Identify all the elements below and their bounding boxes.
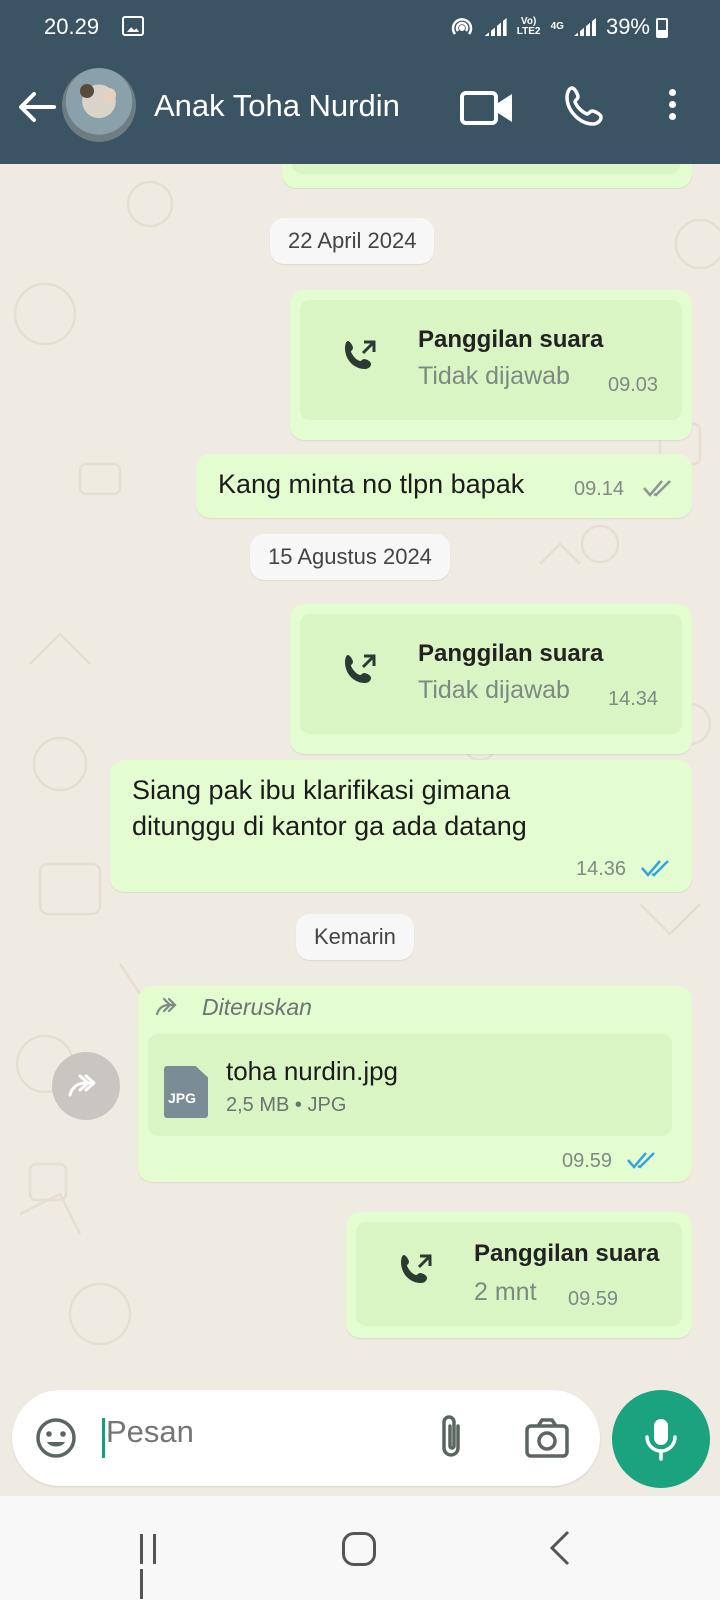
text-message[interactable]: Siang pak ibu klarifikasi gimana ditungg… [110,760,692,892]
read-ticks-icon [627,1152,655,1169]
call-title: Panggilan suara [418,326,604,353]
contact-avatar[interactable] [62,68,136,142]
message-time: 14.34 [608,688,659,710]
microphone-icon [645,1419,677,1461]
message-text: Kang minta no tlpn bapak [218,469,525,499]
call-card[interactable]: Panggilan suara Tidak dijawab 09.03 [300,300,682,420]
message-time: 14.36 [576,858,627,880]
video-call-icon[interactable] [460,90,516,126]
message-text: Siang pak ibu klarifikasi gimana ditungg… [132,775,527,841]
system-back-button[interactable] [548,1530,572,1566]
call-message[interactable]: Panggilan suara 2 mnt 09.59 [346,1212,692,1338]
message-time: 09.14 [574,478,625,500]
contact-name[interactable]: Anak Toha Nurdin [154,88,400,124]
attach-icon[interactable] [432,1412,472,1462]
text-cursor [102,1418,105,1458]
date-divider: Kemarin [296,914,414,960]
file-message[interactable]: Diteruskan JPG toha nurdin.jpg 2,5 MB • … [138,986,692,1182]
call-status: Tidak dijawab [418,676,570,704]
voice-call-icon[interactable] [563,84,607,128]
recent-apps-button[interactable] [140,1534,174,1599]
hotspot-icon [451,18,472,35]
call-card[interactable]: Panggilan suara Tidak dijawab 14.34 [300,614,682,734]
signal-icon-2 [573,18,596,36]
system-nav-bar [0,1496,720,1600]
forward-icon [68,1074,96,1097]
file-card[interactable]: JPG toha nurdin.jpg 2,5 MB • JPG [148,1034,672,1136]
message-time: 09.59 [568,1288,619,1310]
jpg-file-icon: JPG [164,1066,208,1118]
call-title: Panggilan suara [474,1240,660,1267]
emoji-icon[interactable] [34,1416,78,1460]
home-button[interactable] [342,1532,376,1566]
status-icons: Vo) LTE2 4G 39% [449,14,668,40]
status-time: 20.29 [44,14,100,39]
network-label: 4G [550,21,564,32]
read-ticks-icon [641,860,669,877]
message-composer [12,1390,600,1486]
message-time: 09.59 [562,1150,613,1172]
date-divider: 22 April 2024 [270,218,435,264]
call-title: Panggilan suara [418,640,604,667]
battery-percent: 39% [605,14,650,39]
message-input[interactable] [106,1414,406,1450]
outgoing-call-icon [345,340,376,369]
forward-button[interactable] [52,1052,120,1120]
file-meta: 2,5 MB • JPG [226,1094,347,1116]
outgoing-call-icon [345,654,376,683]
camera-icon[interactable] [524,1416,570,1460]
call-message[interactable]: Panggilan suara Tidak dijawab 09.03 [290,290,692,440]
file-name: toha nurdin.jpg [226,1056,399,1086]
outgoing-call-icon [401,1254,432,1283]
call-card[interactable]: Panggilan suara 2 mnt 09.59 [356,1222,682,1326]
chat-area[interactable]: 22 April 2024 Panggilan suara Tidak dija… [0,164,720,1384]
delivered-ticks-icon [643,480,671,497]
call-status: Tidak dijawab [418,362,570,390]
battery-icon [656,18,668,38]
signal-icon [484,18,507,36]
volte-label: Vo) LTE2 [516,16,541,37]
forwarded-icon [155,997,177,1016]
back-arrow-icon[interactable] [14,84,60,130]
message-time: 09.03 [608,374,659,396]
message-bubble-partial[interactable] [282,164,692,188]
text-message[interactable]: Kang minta no tlpn bapak 09.14 [196,454,692,518]
chat-header: Anak Toha Nurdin [0,56,720,164]
forwarded-label: Diteruskan [202,994,312,1020]
gallery-notification-icon [122,16,144,36]
call-message[interactable]: Panggilan suara Tidak dijawab 14.34 [290,604,692,754]
voice-record-button[interactable] [612,1390,710,1488]
date-divider: 15 Agustus 2024 [250,534,450,580]
status-bar: 20.29 Vo) LTE2 4G 39% [0,0,720,56]
more-options-icon[interactable] [664,84,680,130]
call-duration: 2 mnt [474,1278,537,1306]
